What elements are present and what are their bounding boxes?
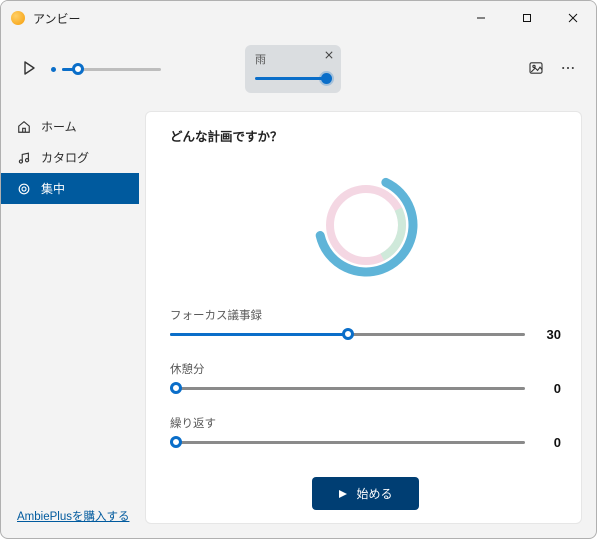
focus-minutes-slider[interactable] [170, 325, 525, 343]
sound-chip-track [255, 77, 331, 80]
control-label: フォーカス議事録 [170, 307, 561, 323]
maximize-icon [522, 13, 532, 23]
more-icon [560, 60, 576, 76]
home-icon [17, 120, 31, 134]
sound-chip-thumb[interactable] [321, 73, 332, 84]
slider-track [170, 333, 525, 336]
sidebar-item-label: ホーム [41, 118, 77, 135]
start-row: 始める [170, 477, 561, 510]
card-title: どんな計画ですか？ [170, 126, 561, 145]
progress-ring-wrap [170, 165, 561, 285]
body: ホーム カタログ 集中 AmbiePlusを購入する どんな計画ですか？ [1, 107, 596, 538]
close-icon [568, 13, 578, 23]
sidebar-item-label: 集中 [41, 180, 65, 197]
sound-chip: 雨 [245, 45, 341, 93]
focus-card: どんな計画ですか？ フォーカス議事録 [145, 111, 582, 524]
music-icon [17, 151, 31, 165]
slider-fill [170, 333, 348, 336]
sidebar-item-catalog[interactable]: カタログ [1, 142, 139, 173]
start-button[interactable]: 始める [312, 477, 418, 510]
play-icon [21, 60, 37, 76]
sidebar: ホーム カタログ 集中 AmbiePlusを購入する [1, 107, 139, 538]
control-label: 休憩分 [170, 361, 561, 377]
play-icon [338, 489, 348, 499]
image-icon [528, 60, 544, 76]
volume-slider-track [62, 68, 161, 71]
slider-thumb[interactable] [170, 382, 182, 394]
repeat-value: 0 [539, 435, 561, 450]
image-button[interactable] [528, 60, 544, 79]
break-minutes-value: 0 [539, 381, 561, 396]
repeat-slider[interactable] [170, 433, 525, 451]
minimize-icon [476, 13, 486, 23]
buy-plus-link[interactable]: AmbiePlusを購入する [17, 511, 129, 523]
close-icon [325, 51, 333, 59]
sidebar-item-home[interactable]: ホーム [1, 111, 139, 142]
maximize-button[interactable] [504, 1, 550, 35]
sidebar-item-focus[interactable]: 集中 [1, 173, 139, 204]
sidebar-item-label: カタログ [41, 149, 89, 166]
break-minutes-slider[interactable] [170, 379, 525, 397]
focus-minutes-value: 30 [539, 327, 561, 342]
titlebar: アンビー [1, 1, 596, 35]
sound-chip-close-button[interactable] [323, 49, 335, 61]
sound-chip-slider[interactable] [255, 73, 331, 83]
window-controls [458, 1, 596, 35]
control-focus-minutes: フォーカス議事録 30 [170, 307, 561, 343]
app-window: アンビー 雨 [0, 0, 597, 539]
control-break-minutes: 休憩分 0 [170, 361, 561, 397]
slider-track [170, 387, 525, 390]
footer-link-wrap: AmbiePlusを購入する [1, 508, 139, 538]
sound-chip-title: 雨 [255, 51, 331, 67]
control-repeat: 繰り返す 0 [170, 415, 561, 451]
slider-track [170, 441, 525, 444]
toolbar-right [528, 60, 576, 79]
app-icon [11, 11, 25, 25]
control-label: 繰り返す [170, 415, 561, 431]
slider-thumb[interactable] [342, 328, 354, 340]
slider-thumb[interactable] [170, 436, 182, 448]
content: どんな計画ですか？ フォーカス議事録 [139, 107, 596, 538]
play-button[interactable] [21, 60, 37, 79]
minimize-button[interactable] [458, 1, 504, 35]
volume-slider-thumb[interactable] [72, 63, 84, 75]
target-icon [17, 182, 31, 196]
start-button-label: 始める [356, 485, 392, 502]
volume-slider-start-dot [51, 67, 56, 72]
progress-ring [306, 165, 426, 285]
volume-slider[interactable] [51, 62, 161, 76]
more-button[interactable] [560, 60, 576, 79]
app-title: アンビー [33, 10, 81, 27]
toolbar: 雨 [1, 35, 596, 107]
close-button[interactable] [550, 1, 596, 35]
